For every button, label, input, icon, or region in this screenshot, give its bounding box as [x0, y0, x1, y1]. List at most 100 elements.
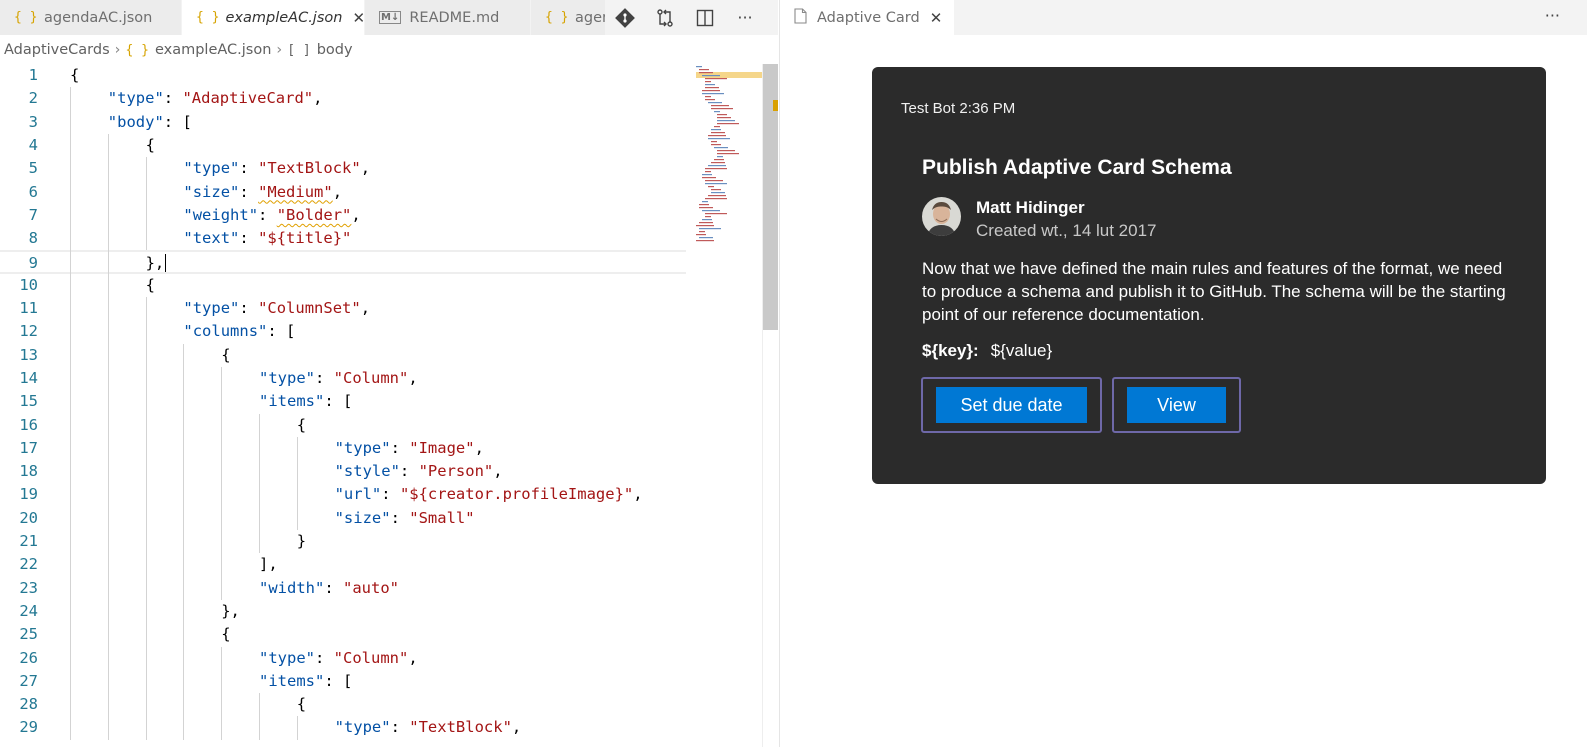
- code-text: },: [221, 600, 240, 623]
- split-editor-icon[interactable]: [685, 8, 725, 28]
- code-text: },: [146, 252, 167, 275]
- line-number: 8: [28, 229, 38, 248]
- compare-changes-icon[interactable]: [645, 7, 685, 29]
- code-text: "type": "TextBlock",: [183, 157, 370, 180]
- code-line[interactable]: 22],: [0, 553, 686, 576]
- json-string: "TextBlock": [258, 159, 361, 178]
- minimap-line: [711, 132, 725, 134]
- more-actions-icon[interactable]: ···: [725, 8, 765, 27]
- code-line[interactable]: 11 "type": "ColumnSet",: [0, 297, 686, 320]
- minimap-line: [699, 204, 709, 206]
- tab-readme-md[interactable]: M↓ README.md: [365, 0, 531, 35]
- minimap-line: [711, 144, 721, 146]
- json-string: "Column": [333, 368, 409, 387]
- json-key: "width": [259, 578, 325, 597]
- json-punctuation: {: [145, 275, 155, 294]
- card-title: Publish Adaptive Card Schema: [922, 156, 1232, 179]
- code-line[interactable]: 25 {: [0, 623, 686, 646]
- minimap[interactable]: [686, 64, 762, 747]
- code-line[interactable]: 10 {: [0, 274, 686, 297]
- json-punctuation: :: [239, 182, 259, 201]
- code-text: "columns": [: [183, 320, 295, 343]
- minimap-line: [717, 114, 727, 116]
- minimap-line: [702, 75, 720, 77]
- json-key: "style": [334, 462, 400, 481]
- minimap-line: [702, 210, 720, 212]
- code-line[interactable]: 23 "width": "auto": [0, 577, 686, 600]
- code-line[interactable]: 29 "type": "TextBlock",: [0, 716, 686, 739]
- set-due-date-button[interactable]: Set due date: [921, 377, 1102, 433]
- line-number: 26: [19, 648, 38, 667]
- code-line[interactable]: 26 "type": "Column",: [0, 647, 686, 670]
- json-punctuation: :: [381, 485, 400, 504]
- minimap-line: [711, 108, 733, 110]
- close-icon[interactable]: ✕: [930, 9, 943, 27]
- code-text: "type": "Column",: [259, 367, 418, 390]
- indent-guide: [296, 436, 298, 530]
- code-text: "weight": "Bolder",: [183, 204, 360, 227]
- code-line[interactable]: 9},: [0, 250, 686, 275]
- code-line[interactable]: 17 "type": "Image",: [0, 437, 686, 460]
- minimap-line: [705, 96, 711, 98]
- minimap-line: [708, 186, 714, 188]
- code-line[interactable]: 15 "items": [: [0, 390, 686, 413]
- code-line[interactable]: 28 {: [0, 693, 686, 716]
- indent-guide: [259, 693, 260, 740]
- json-punctuation: ,: [332, 182, 343, 201]
- indent-guide: [221, 366, 223, 600]
- tab-agendaac-json[interactable]: { } agendaAC.json: [0, 0, 182, 35]
- minimap-line: [705, 183, 727, 185]
- minimap-line: [717, 123, 739, 125]
- tab-adaptive-card-preview[interactable]: Adaptive Card ✕: [780, 0, 954, 35]
- close-icon[interactable]: ✕: [352, 9, 364, 27]
- tab-label: README.md: [409, 9, 500, 26]
- minimap-preview: [696, 66, 762, 242]
- json-punctuation: :: [324, 578, 343, 597]
- code-editor[interactable]: 1{2 "type": "AdaptiveCard", 3 "body": [4{5 "…: [0, 64, 686, 747]
- json-punctuation: {: [145, 135, 155, 154]
- code-line[interactable]: 12 "columns": [: [0, 320, 686, 343]
- json-string: "Medium": [258, 182, 333, 201]
- code-line[interactable]: 16 {: [0, 414, 686, 437]
- code-line[interactable]: 13 {: [0, 344, 686, 367]
- code-line[interactable]: 6 "size": "Medium",: [0, 181, 686, 204]
- tab-exampleac-json[interactable]: { } exampleAC.json ✕: [182, 0, 365, 35]
- line-number: 6: [28, 182, 38, 201]
- breadcrumb-folder[interactable]: AdaptiveCards: [4, 42, 110, 58]
- indent-guide: [183, 343, 185, 740]
- json-key: "columns": [183, 322, 268, 341]
- json-key: "type": [334, 438, 391, 457]
- card-body-text: Now that we have defined the main rules …: [922, 259, 1506, 324]
- code-line[interactable]: 27 "items": [: [0, 670, 686, 693]
- code-line[interactable]: 2 "type": "AdaptiveCard",: [0, 87, 686, 110]
- line-number: 12: [19, 322, 38, 341]
- code-line[interactable]: 14 "type": "Column",: [0, 367, 686, 390]
- code-line[interactable]: 21}: [0, 530, 686, 553]
- code-line[interactable]: 4{: [0, 134, 686, 157]
- indent-guide: [70, 87, 71, 740]
- code-line[interactable]: 1{: [0, 64, 686, 87]
- code-line[interactable]: 20 "size": "Small": [0, 507, 686, 530]
- code-line[interactable]: 3 "body": [: [0, 111, 686, 134]
- view-button[interactable]: View: [1112, 377, 1241, 433]
- git-icon[interactable]: [605, 7, 645, 29]
- json-punctuation: {: [70, 66, 80, 84]
- more-actions-icon[interactable]: ···: [1545, 6, 1560, 25]
- code-line[interactable]: 7 "weight": "Bolder",: [0, 204, 686, 227]
- line-number: 13: [19, 345, 38, 364]
- code-line[interactable]: 24},: [0, 600, 686, 623]
- code-line[interactable]: 5 "type": "TextBlock",: [0, 157, 686, 180]
- minimap-line: [702, 93, 724, 95]
- line-number: 1: [28, 66, 38, 84]
- breadcrumb-symbol[interactable]: body: [317, 42, 353, 58]
- code-text: {: [297, 693, 306, 716]
- vertical-scrollbar[interactable]: [762, 64, 778, 747]
- preview-group: Adaptive Card ✕ ··· Test Bot 2:36 PM Pub…: [779, 0, 1587, 747]
- code-line[interactable]: 18 "style": "Person",: [0, 460, 686, 483]
- line-number: 24: [19, 601, 38, 620]
- breadcrumb-file[interactable]: exampleAC.json: [155, 42, 271, 58]
- code-line[interactable]: 8 "text": "${title}": [0, 227, 686, 250]
- code-line[interactable]: 19 "url": "${creator.profileImage}",: [0, 483, 686, 506]
- json-punctuation: }: [296, 532, 307, 550]
- minimap-line: [696, 240, 714, 242]
